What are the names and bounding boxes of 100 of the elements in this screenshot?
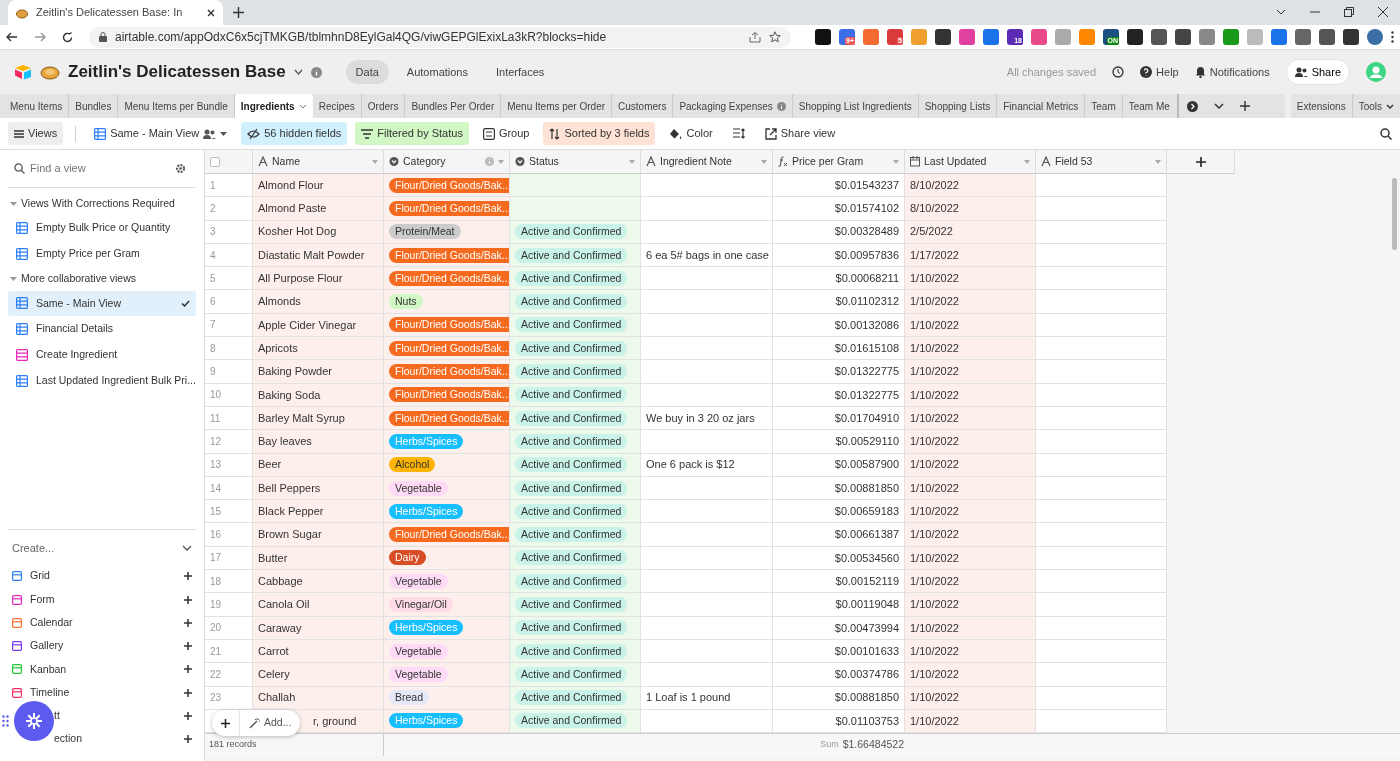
plus-icon[interactable] xyxy=(233,7,244,18)
back-arrow-icon[interactable] xyxy=(6,32,18,42)
section-header[interactable]: Views With Corrections Required xyxy=(8,191,196,216)
view-search-field[interactable]: Find a view xyxy=(8,150,196,188)
create-view-item[interactable]: tt xyxy=(8,704,196,728)
avatar-icon[interactable] xyxy=(1366,62,1386,82)
column-header[interactable]: Field 53 xyxy=(1036,150,1167,174)
address-bar[interactable]: airtable.com/appOdxC6x5cjTMKGB/tblmhnD8EylGal4QG/viwGEPGlExixLa3kR?blocks=hide xyxy=(89,26,791,48)
chevron-down-icon[interactable] xyxy=(293,69,303,75)
table-tab[interactable]: Shopping Lists xyxy=(918,94,998,118)
view-switcher[interactable]: Same - Main View xyxy=(88,122,234,145)
help-icon[interactable] xyxy=(1140,66,1153,78)
extension-icon[interactable] xyxy=(1151,29,1167,45)
view-item[interactable]: Create Ingredient xyxy=(8,342,196,368)
table-tab[interactable]: Financial Metrics xyxy=(997,94,1086,118)
forward-arrow-icon[interactable] xyxy=(34,32,46,42)
share-view-button[interactable]: Share view xyxy=(758,122,842,145)
extensions-button[interactable]: Extensions xyxy=(1290,94,1353,118)
scroll-right-icon[interactable] xyxy=(1187,100,1198,112)
table-tab[interactable]: Menu Items per Order xyxy=(501,94,613,118)
view-item[interactable]: Financial Details xyxy=(8,316,196,342)
nav-tab[interactable]: Data xyxy=(345,59,389,85)
table-tab[interactable]: Team Me xyxy=(1122,94,1170,118)
create-view-item[interactable]: Form xyxy=(8,587,196,612)
table-tab[interactable]: Menu Items xyxy=(4,94,70,118)
column-header[interactable]: Category xyxy=(384,150,510,174)
extension-icon[interactable] xyxy=(1175,29,1191,45)
settings-icon[interactable] xyxy=(175,163,186,175)
table-tab[interactable]: Packaging Expenses xyxy=(673,94,793,118)
view-item[interactable]: Empty Price per Gram xyxy=(8,241,196,267)
extension-icon[interactable] xyxy=(1295,29,1311,45)
nav-tab[interactable]: Automations xyxy=(396,59,478,85)
share-icon[interactable] xyxy=(749,31,761,43)
column-header[interactable]: Last Updated xyxy=(905,150,1036,174)
search-icon[interactable] xyxy=(1380,127,1392,140)
views-button[interactable]: Views xyxy=(8,122,64,145)
group-button[interactable]: Group xyxy=(476,122,536,145)
base-title[interactable]: Zeitlin's Delicatessen Base xyxy=(68,59,286,85)
nav-tab[interactable]: Interfaces xyxy=(486,59,555,85)
create-view-item[interactable]: Kanban xyxy=(8,657,196,682)
table-tab[interactable]: Orders xyxy=(361,94,406,118)
view-item[interactable]: Empty Bulk Price or Quantity xyxy=(8,215,196,241)
logo-icon[interactable] xyxy=(14,64,32,80)
extension-icon[interactable] xyxy=(1343,29,1359,45)
extension-icon[interactable] xyxy=(1367,29,1383,45)
hidden-fields-button[interactable]: 56 hidden fields xyxy=(241,122,348,145)
create-view-item[interactable]: Gallery xyxy=(8,634,196,658)
view-item[interactable]: Last Updated Ingredient Bulk Pri... xyxy=(8,367,196,394)
notifications-link[interactable]: Notifications xyxy=(1209,63,1270,81)
star-icon[interactable] xyxy=(769,31,781,43)
share-button[interactable]: Share xyxy=(1285,58,1350,86)
sort-button[interactable]: Sorted by 3 fields xyxy=(543,122,656,145)
column-header[interactable]: Price per Gram xyxy=(773,150,905,174)
plus-icon[interactable] xyxy=(1240,101,1250,111)
create-view-item[interactable]: Timeline xyxy=(8,681,196,705)
history-icon[interactable] xyxy=(1112,66,1125,78)
create-view-item[interactable]: Calendar xyxy=(8,611,196,635)
close-icon[interactable] xyxy=(207,8,215,17)
filter-button[interactable]: Filtered by Status xyxy=(355,122,469,145)
table-tab[interactable]: Ingredients xyxy=(234,94,313,118)
drag-handle-icon[interactable] xyxy=(2,715,9,727)
section-header[interactable]: More collaborative views xyxy=(8,266,196,291)
table-cell: 1/17/2022 xyxy=(905,243,1036,268)
restore-icon[interactable] xyxy=(1344,7,1354,17)
reload-icon[interactable] xyxy=(62,31,73,43)
create-view-item[interactable]: Grid xyxy=(8,564,196,588)
close-icon[interactable] xyxy=(1378,7,1388,17)
table-tab[interactable]: Shopping List Ingredients xyxy=(792,94,919,118)
tools-menu[interactable]: Tools xyxy=(1352,94,1400,118)
table-tab[interactable]: Team xyxy=(1085,94,1123,118)
column-header[interactable]: Status xyxy=(510,150,641,174)
kebab-menu-icon[interactable] xyxy=(1391,31,1394,43)
extension-icon[interactable] xyxy=(935,29,951,45)
floating-action-button[interactable] xyxy=(14,701,54,741)
chevron-down-icon[interactable] xyxy=(1214,103,1224,109)
table-tab[interactable]: Bundles xyxy=(69,94,119,118)
chevron-down-icon[interactable] xyxy=(182,545,192,552)
column-header[interactable]: Ingredient Note xyxy=(641,150,773,174)
extension-icon[interactable] xyxy=(815,29,831,45)
table-tab[interactable]: Customers xyxy=(612,94,674,118)
help-link[interactable]: Help xyxy=(1156,63,1179,81)
grid-icon xyxy=(16,374,28,387)
column-header[interactable]: Name xyxy=(253,150,384,174)
create-view-item[interactable]: ection xyxy=(8,727,196,751)
table-tab[interactable]: Recipes xyxy=(312,94,362,118)
formula-field-icon xyxy=(778,156,788,167)
caret-icon xyxy=(372,159,378,164)
view-item[interactable]: Same - Main View xyxy=(8,290,196,317)
chevron-down-icon[interactable] xyxy=(1276,9,1286,15)
extension-icon[interactable] xyxy=(1319,29,1335,45)
table-tab[interactable]: Bundles Per Order xyxy=(405,94,502,118)
extension-icon[interactable] xyxy=(1127,29,1143,45)
color-button[interactable]: Color xyxy=(663,122,719,145)
scrollbar-thumb[interactable] xyxy=(1392,178,1397,250)
info-icon[interactable] xyxy=(310,66,322,78)
table-tab[interactable]: Menu Items per Bundle xyxy=(118,94,235,118)
add-column-button[interactable] xyxy=(1167,150,1235,174)
select-all-checkbox[interactable] xyxy=(210,156,220,167)
bell-icon[interactable] xyxy=(1194,66,1206,78)
browser-tab[interactable]: Zeitlin's Delicatessen Base: In xyxy=(8,0,223,25)
